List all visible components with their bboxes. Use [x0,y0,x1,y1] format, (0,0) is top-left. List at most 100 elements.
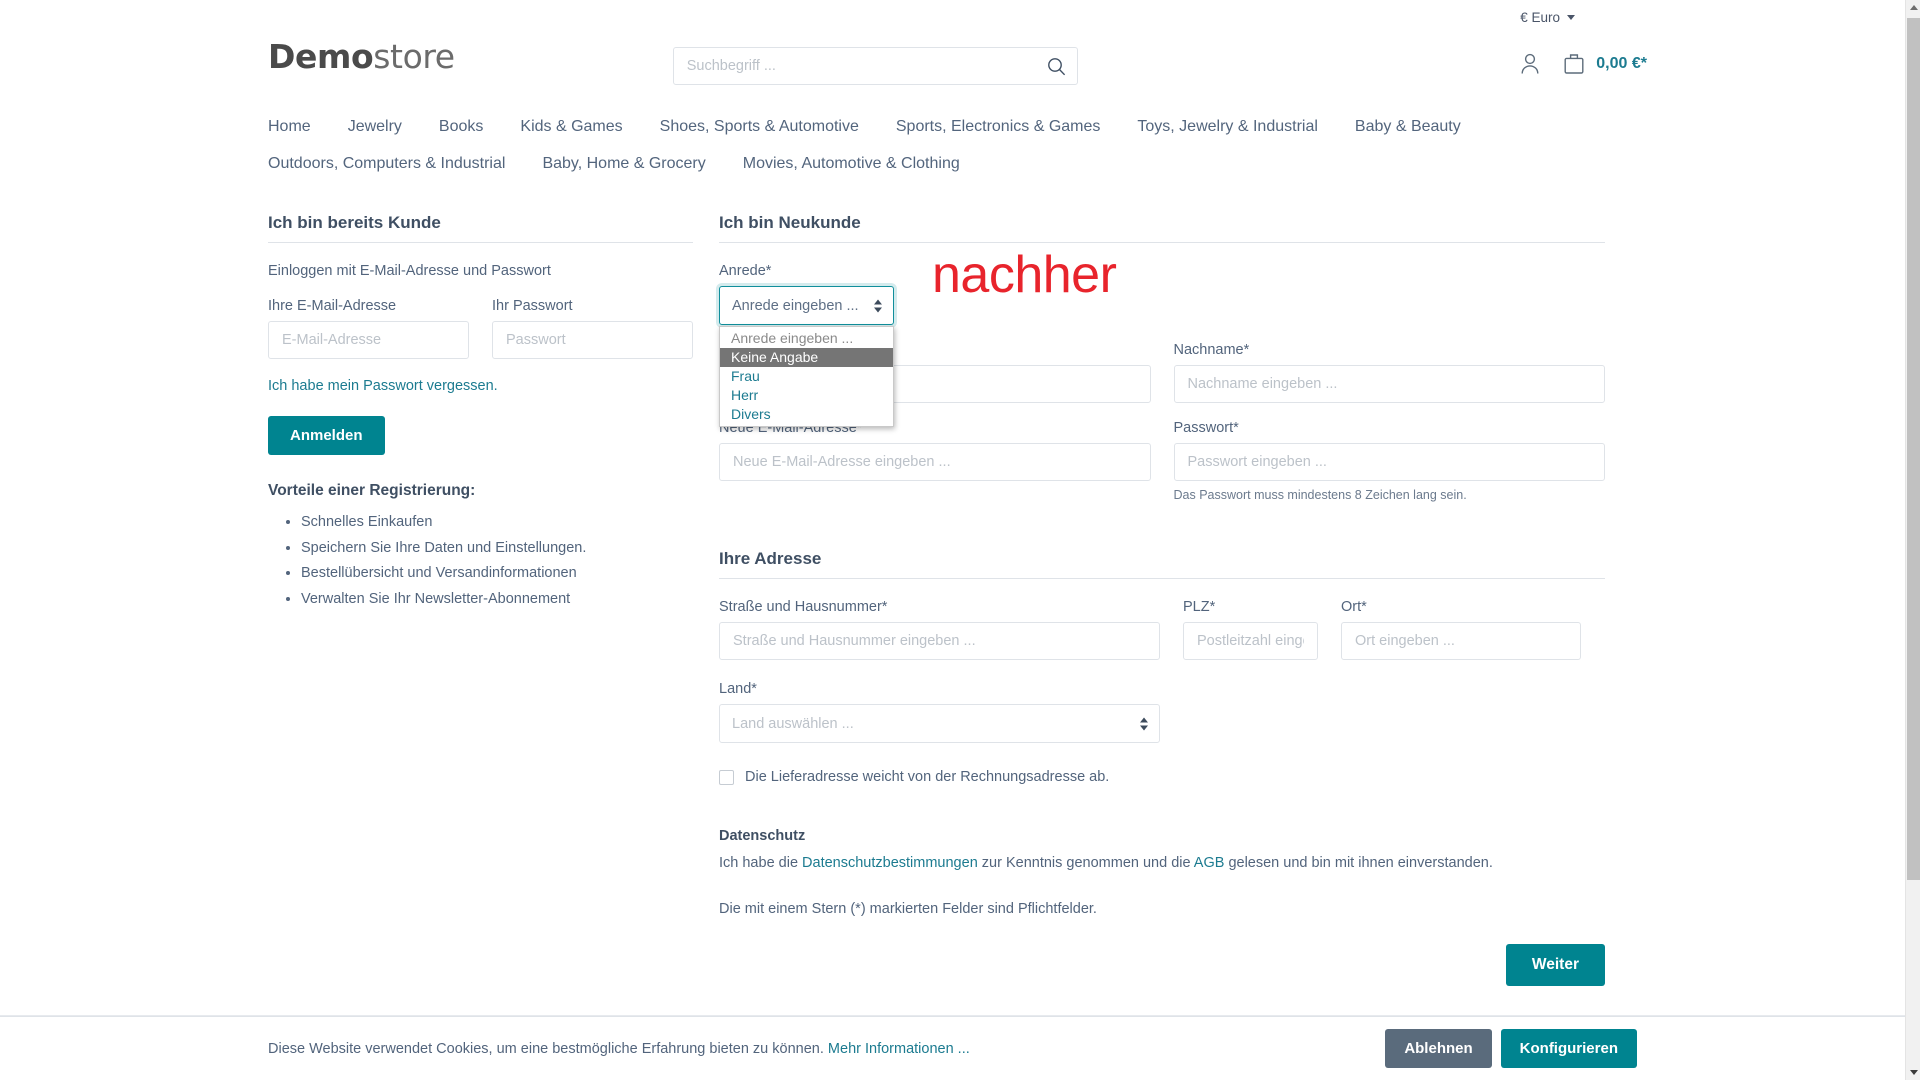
city-field-group: Ort* [1341,599,1581,660]
country-label: Land* [719,681,757,697]
benefits-heading: Vorteile einer Registrierung: [268,482,476,499]
privacy-text-after: gelesen und bin mit ihnen einverstanden. [1224,855,1493,871]
zip-input[interactable] [1183,622,1318,660]
nav-item-sports-electronics-games[interactable]: Sports, Electronics & Games [896,108,1101,145]
zip-label: PLZ* [1183,599,1216,615]
lastname-input[interactable] [1173,365,1605,403]
register-submit-row: Weiter [719,943,1605,986]
nav-item-home[interactable]: Home [268,108,311,145]
scroll-down-arrow[interactable] [1906,1065,1920,1080]
logo-bold-text: Demo [268,37,374,76]
cart-total-amount: 0,00 €* [1596,54,1647,72]
nav-item-outdoors-computers-industrial[interactable]: Outdoors, Computers & Industrial [268,145,505,182]
street-field-group: Straße und Hausnummer* [719,599,1160,660]
main-navigation: Home Jewelry Books Kids & Games Shoes, S… [0,108,1905,182]
scrollbar-thumb[interactable] [1907,18,1920,880]
login-email-input[interactable] [268,321,469,359]
login-panel: Ich bin bereits Kunde Einloggen mit E-Ma… [268,213,693,986]
vertical-scrollbar[interactable] [1905,0,1920,1080]
city-label: Ort* [1341,599,1367,615]
different-shipping-label: Die Lieferadresse weicht von der Rechnun… [745,769,1110,785]
cookie-actions: Ablehnen Konfigurieren [1385,1029,1637,1068]
register-email-field-group: Neue E-Mail-Adresse* [719,420,1151,502]
privacy-text-middle: zur Kenntnis genommen und die [977,855,1194,871]
chevron-down-icon [1567,14,1575,20]
nav-item-baby-home-grocery[interactable]: Baby, Home & Grocery [542,145,705,182]
search-icon [1048,57,1066,75]
register-password-label: Passwort* [1173,420,1239,436]
continue-button[interactable]: Weiter [1505,943,1605,986]
different-shipping-checkbox[interactable] [719,769,734,785]
register-divider [719,242,1605,243]
nav-item-jewelry[interactable]: Jewelry [348,108,402,145]
login-hint: Einloggen mit E-Mail-Adresse und Passwor… [268,263,551,279]
cart-button[interactable]: 0,00 €* [1563,52,1647,75]
register-email-input[interactable] [719,443,1151,481]
currency-switcher[interactable]: € Euro [1520,10,1575,25]
country-select[interactable]: Land auswählen ... [719,704,1160,743]
credentials-fields-row: Neue E-Mail-Adresse* Passwort* Das Passw… [719,420,1605,502]
account-menu-button[interactable] [1519,52,1541,75]
list-item: Speichern Sie Ihre Daten und Einstellung… [301,539,693,559]
register-password-field-group: Passwort* Das Passwort muss mindestens 8… [1173,420,1605,502]
search-input[interactable] [672,47,1078,85]
address-fields-row: Straße und Hausnummer* PLZ* Ort* [719,599,1605,660]
login-password-field-group: Ihr Passwort [492,298,693,359]
nav-item-kids-games[interactable]: Kids & Games [520,108,622,145]
register-panel: Ich bin Neukunde Anrede* Anrede eingeben… [719,213,1605,986]
logo-light-text: store [373,37,455,76]
nav-item-books[interactable]: Books [439,108,483,145]
privacy-heading: Datenschutz [719,828,806,844]
site-logo[interactable]: Demostore [268,40,455,73]
currency-label: € Euro [1520,9,1560,25]
shopping-bag-icon [1564,54,1584,74]
salutation-selected-value: Anrede eingeben ... [732,297,859,314]
privacy-consent-text: Ich habe die Datenschutzbestimmungen zur… [719,853,1605,875]
nav-item-baby-beauty[interactable]: Baby & Beauty [1355,108,1461,145]
city-input[interactable] [1341,622,1581,660]
lastname-field-group: Nachname* [1173,342,1605,403]
list-item: Schnelles Einkaufen [301,513,693,533]
cookie-consent-bar: Diese Website verwendet Cookies, um eine… [0,1016,1905,1080]
zip-field-group: PLZ* [1183,599,1318,660]
terms-link[interactable]: AGB [1194,855,1225,871]
select-spinner-icon [1140,717,1148,730]
country-field-group: Land* Land auswählen ... [719,681,1160,743]
salutation-select[interactable]: Anrede eingeben ... [719,286,894,325]
salutation-option-keine-angabe[interactable]: Keine Angabe [720,348,893,367]
address-divider [719,578,1605,579]
select-spinner-icon [874,299,882,312]
user-icon [1521,53,1539,74]
salutation-dropdown-list[interactable]: Anrede eingeben ... Keine Angabe Frau He… [719,326,894,427]
street-input[interactable] [719,622,1160,660]
header-actions: 0,00 €* [1519,52,1647,75]
forgot-password-link[interactable]: Ich habe mein Passwort vergessen. [268,378,498,394]
different-shipping-row[interactable]: Die Lieferadresse weicht von der Rechnun… [719,769,1605,785]
nav-item-movies-automotive-clothing[interactable]: Movies, Automotive & Clothing [743,145,960,182]
nav-item-toys-jewelry-industrial[interactable]: Toys, Jewelry & Industrial [1137,108,1318,145]
privacy-policy-link[interactable]: Datenschutzbestimmungen [802,855,978,871]
cookie-configure-button[interactable]: Konfigurieren [1500,1029,1637,1068]
lastname-label: Nachname* [1173,342,1250,358]
login-email-label: Ihre E-Mail-Adresse [268,298,397,314]
login-heading: Ich bin bereits Kunde [268,213,441,232]
country-selected-value: Land auswählen ... [732,715,854,732]
login-password-input[interactable] [492,321,693,359]
cookie-more-info-link[interactable]: Mehr Informationen ... [828,1041,970,1057]
nav-item-shoes-sports-automotive[interactable]: Shoes, Sports & Automotive [660,108,859,145]
scroll-up-arrow[interactable] [1906,0,1920,15]
salutation-option-placeholder[interactable]: Anrede eingeben ... [720,329,893,348]
salutation-select-holder: Anrede eingeben ... Anrede eingeben ... … [719,286,894,427]
login-submit-button[interactable]: Anmelden [268,416,385,455]
list-item: Verwalten Sie Ihr Newsletter-Abonnement [301,590,693,610]
search-submit-button[interactable] [1036,47,1078,85]
login-password-label: Ihr Passwort [492,298,573,314]
privacy-section: Datenschutz Ich habe die Datenschutzbest… [719,828,1605,917]
top-bar: € Euro [0,0,1905,34]
register-password-input[interactable] [1173,443,1605,481]
privacy-text-before: Ich habe die [719,855,803,871]
salutation-option-divers[interactable]: Divers [720,405,893,424]
salutation-option-frau[interactable]: Frau [720,367,893,386]
cookie-decline-button[interactable]: Ablehnen [1385,1029,1492,1068]
salutation-option-herr[interactable]: Herr [720,386,893,405]
